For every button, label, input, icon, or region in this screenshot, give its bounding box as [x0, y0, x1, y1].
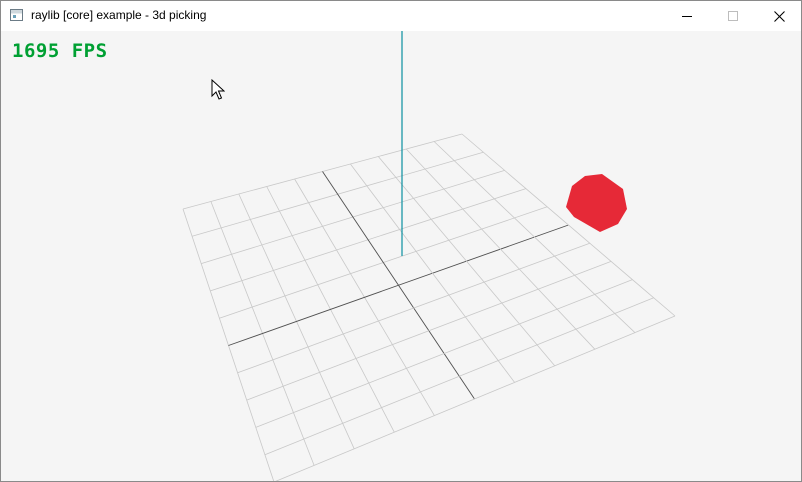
close-icon [773, 10, 785, 22]
minimize-icon [682, 16, 692, 17]
arrow-pointer-icon [211, 79, 225, 100]
cube[interactable] [566, 174, 627, 232]
3d-scene[interactable] [2, 31, 801, 482]
maximize-icon [728, 11, 738, 21]
grid-line [246, 261, 612, 401]
close-button[interactable] [756, 1, 801, 31]
minimize-button[interactable] [664, 1, 710, 31]
app-icon [10, 9, 23, 21]
fps-counter: 1695 FPS [12, 40, 108, 62]
grid-line [350, 163, 515, 383]
title-bar[interactable]: raylib [core] example - 3d picking [1, 1, 801, 31]
grid-line [264, 297, 654, 456]
grid-line [275, 315, 676, 481]
grid-line [255, 279, 633, 428]
window-title: raylib [core] example - 3d picking [31, 8, 207, 22]
maximize-button[interactable] [710, 1, 756, 31]
render-viewport[interactable]: 1695 FPS [2, 31, 801, 482]
grid-line [405, 148, 596, 350]
app-window: raylib [core] example - 3d picking 1695 … [0, 0, 802, 482]
grid-line [433, 141, 636, 333]
grid-axis-line [228, 224, 569, 346]
grid-line [377, 156, 556, 367]
